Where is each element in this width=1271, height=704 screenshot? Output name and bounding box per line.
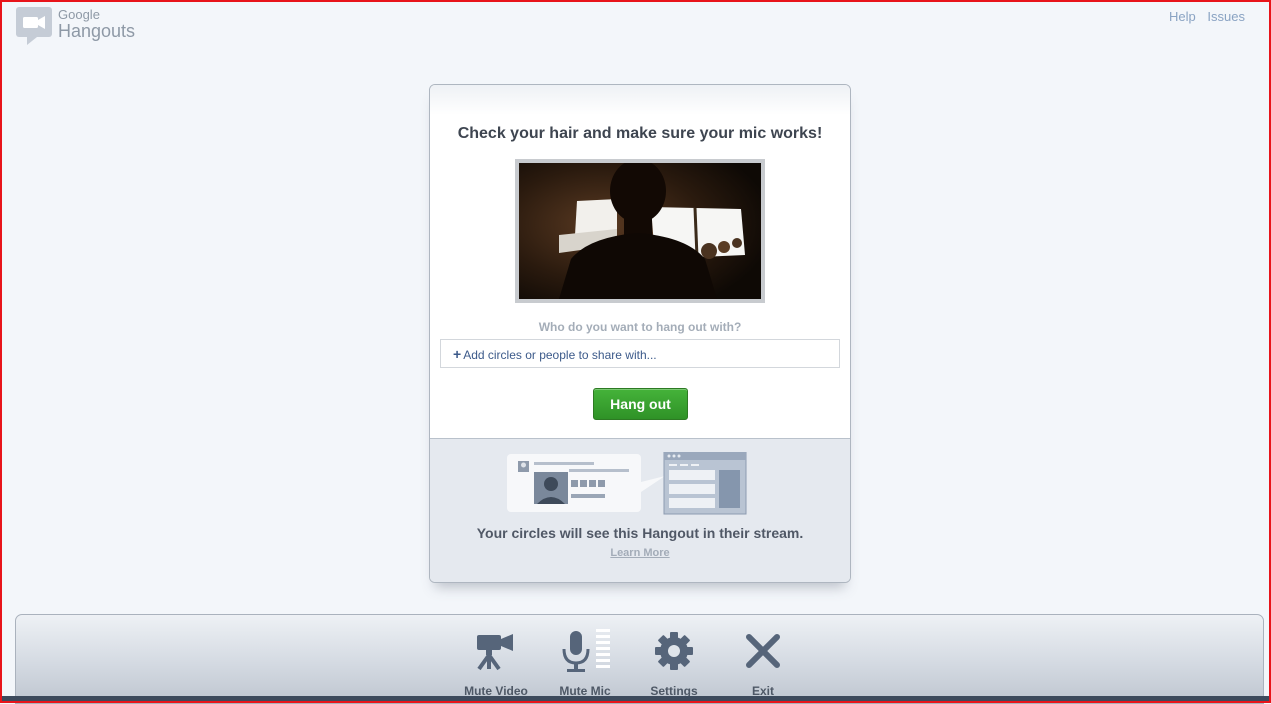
stream-notice-text: Your circles will see this Hangout in th… (476, 525, 804, 541)
mute-video-button[interactable]: Mute Video (453, 621, 539, 698)
webcam-preview-image (519, 163, 761, 299)
plus-icon: + (453, 346, 462, 362)
microphone-icon (562, 629, 610, 672)
help-link[interactable]: Help (1169, 9, 1196, 24)
hangouts-camera-bubble-icon (16, 7, 52, 45)
close-icon (746, 634, 780, 668)
card-title: Check your hair and make sure your mic w… (457, 125, 823, 142)
card-top-section: Check your hair and make sure your mic w… (430, 85, 850, 439)
video-preview (515, 159, 765, 303)
bottom-toolbar: Mute Video Mute Mic Settings Exit (15, 614, 1264, 704)
who-label: Who do you want to hang out with? (538, 320, 742, 334)
hangout-setup-card: Check your hair and make sure your mic w… (429, 84, 851, 583)
gear-icon (655, 632, 693, 670)
mute-mic-button[interactable]: Mute Mic (542, 621, 628, 698)
hangouts-logo: Google Hangouts (15, 6, 135, 46)
learn-more-link[interactable]: Learn More (430, 547, 850, 559)
taskbar-strip (0, 696, 1271, 703)
video-camera-icon (477, 634, 513, 671)
share-placeholder-text: Add circles or people to share with... (463, 348, 657, 362)
share-input[interactable]: + Add circles or people to share with... (440, 339, 840, 368)
logo-hangouts-text: Hangouts (58, 21, 136, 41)
settings-button[interactable]: Settings (631, 621, 717, 698)
logo-google-text: Google (58, 7, 100, 22)
hang-out-button[interactable]: Hang out (593, 388, 688, 420)
stream-illustration-icon (507, 452, 747, 515)
top-links: Help Issues (1161, 9, 1245, 24)
exit-button[interactable]: Exit (720, 621, 806, 698)
card-bottom-section: Your circles will see this Hangout in th… (430, 439, 850, 582)
issues-link[interactable]: Issues (1207, 9, 1245, 24)
